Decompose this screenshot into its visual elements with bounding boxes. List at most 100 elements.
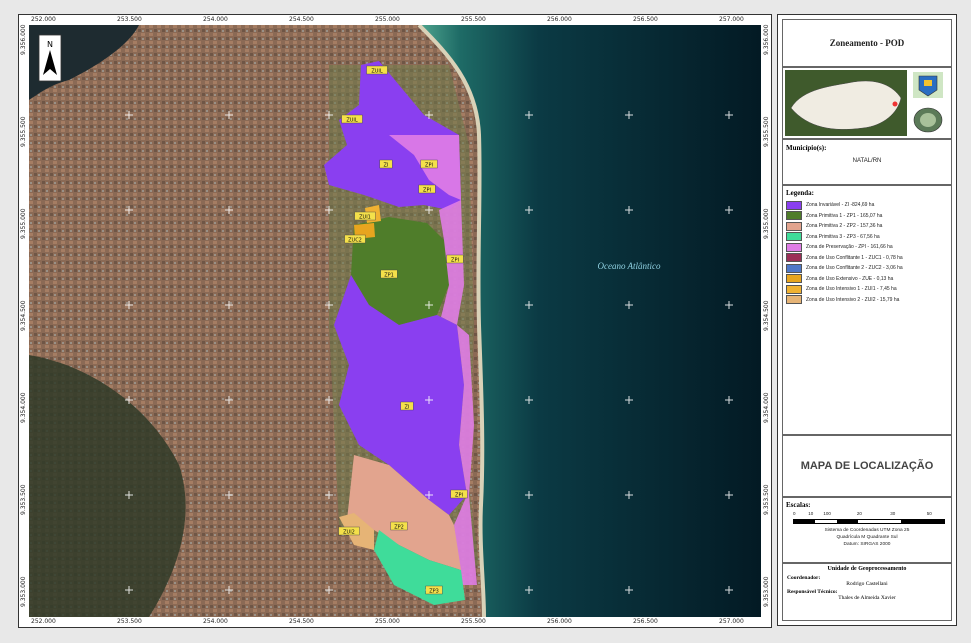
legend-item: Zona de Uso Intensivo 2 - ZUI2 - 15,79 h… bbox=[786, 295, 948, 306]
legend-item: Zona Primitiva 2 - ZP2 - 157,36 ha bbox=[786, 221, 948, 232]
locator-map bbox=[785, 70, 943, 136]
credits-box: Unidade de Geoprocessamento Coordenador:… bbox=[782, 563, 952, 621]
legend-label: Zona Primitiva 2 - ZP2 - 157,36 ha bbox=[806, 223, 883, 230]
x-tick-label-top: 257.000 bbox=[719, 16, 744, 23]
municipio-value: NATAL/RN bbox=[852, 158, 882, 164]
tech-name: Thales de Almeida Xavier bbox=[838, 595, 896, 601]
zone-label: ZP3 bbox=[425, 585, 443, 595]
scale-label: Escalas: bbox=[786, 501, 811, 509]
zone-label: ZP2 bbox=[390, 521, 408, 531]
scale-box: Escalas: 0 10 100 20 30 50 Sistema de Coorden… bbox=[782, 497, 952, 563]
zone-label-text: ZI bbox=[405, 405, 410, 411]
y-tick-label-right: 9.356.000 bbox=[763, 24, 770, 55]
map-title-box: MAPA DE LOCALIZAÇÃO bbox=[782, 435, 952, 497]
x-tick-label-top: 254.500 bbox=[289, 16, 314, 23]
x-tick-label-top: 253.500 bbox=[117, 16, 142, 23]
legend-item: Zona de Uso Intensivo 1 - ZUI1 - 7,45 ha bbox=[786, 284, 948, 295]
legend-swatch bbox=[786, 295, 802, 305]
legend-label: Zona de Uso Conflitante 1 - ZUC1 - 0,78 … bbox=[806, 254, 903, 261]
title-box: Zoneamento - POD bbox=[782, 19, 952, 67]
zone-label: ZUI2 bbox=[338, 526, 360, 536]
zone-label: ZI bbox=[379, 159, 393, 169]
legend-label: Zona de Uso Conflitante 2 - ZUC2 - 3,06 … bbox=[806, 265, 903, 272]
legend-list: Zona Invariável - ZI -824,69 ha Zona Prim… bbox=[786, 200, 948, 305]
legend-label: Zona de Uso Intensivo 1 - ZUI1 - 7,45 ha bbox=[806, 286, 897, 293]
x-tick-label-top: 256.000 bbox=[547, 16, 572, 23]
zone-label-text: ZUI2 bbox=[343, 530, 355, 536]
y-tick-label-right: 9.354.000 bbox=[763, 392, 770, 423]
y-tick-label-left: 9.353.000 bbox=[20, 576, 27, 607]
seal-icon bbox=[913, 107, 943, 133]
legend-swatch bbox=[786, 263, 802, 273]
north-arrow: N bbox=[38, 34, 62, 82]
legend-swatch bbox=[786, 200, 802, 210]
zone-label: ZP1 bbox=[380, 269, 398, 279]
x-tick-label-bottom: 254.000 bbox=[203, 618, 228, 625]
coordinator-name: Rodrigo Castellani bbox=[846, 581, 888, 587]
zone-label: ZPI bbox=[420, 159, 438, 169]
legend-swatch bbox=[786, 211, 802, 221]
map-title: MAPA DE LOCALIZAÇÃO bbox=[800, 460, 934, 472]
legend-swatch bbox=[786, 232, 802, 242]
zone-label: ZPI bbox=[446, 254, 464, 264]
legend-item: Zona Primitiva 3 - ZP3 - 67,56 ha bbox=[786, 232, 948, 243]
scale-tick-label: 50 bbox=[926, 511, 932, 516]
legend-label: Zona Primitiva 3 - ZP3 - 67,56 ha bbox=[806, 233, 880, 240]
datum-text: Datum: SIRGAS 2000 bbox=[843, 542, 891, 547]
y-tick-label-left: 9.355.000 bbox=[20, 208, 27, 239]
x-tick-label-bottom: 255.000 bbox=[375, 618, 400, 625]
legend-label: Zona de Uso Intensivo 2 - ZUI2 - 15,79 h… bbox=[806, 296, 900, 303]
x-tick-label-bottom: 256.000 bbox=[547, 618, 572, 625]
municipio-label: Município(s): bbox=[786, 144, 827, 152]
y-tick-label-right: 9.354.500 bbox=[763, 300, 770, 331]
map-sheet: ZUIL ZUIL ZI ZPI ZPI ZUI1 ZUC2 ZP1 ZPI ZI ZPI ZUI2 Z… bbox=[0, 0, 971, 643]
y-tick-label-left: 9.355.500 bbox=[20, 116, 27, 147]
north-label: N bbox=[47, 40, 53, 49]
x-tick-label-top: 254.000 bbox=[203, 16, 228, 23]
legend-item: Zona Invariável - ZI -824,69 ha bbox=[786, 200, 948, 211]
legend-label: Zona Primitiva 1 - ZP1 - 165,07 ha bbox=[806, 212, 883, 219]
zone-label-text: ZPI bbox=[423, 188, 431, 194]
unit-text: Unidade de Geoprocessamento bbox=[827, 566, 907, 572]
scale-tick-label: 100 bbox=[823, 511, 831, 516]
projection-text: Sistema de Coordenadas UTM Zona 25 bbox=[824, 528, 910, 533]
x-tick-label-bottom: 253.500 bbox=[117, 618, 142, 625]
scale-tick-label: 0 bbox=[793, 511, 796, 516]
legend-label: Zona Invariável - ZI -824,69 ha bbox=[806, 202, 875, 209]
legend-swatch bbox=[786, 242, 802, 252]
zone-label-text: ZP2 bbox=[394, 525, 404, 531]
map-frame: ZUIL ZUIL ZI ZPI ZPI ZUI1 ZUC2 ZP1 ZPI ZI ZPI ZUI2 Z… bbox=[18, 14, 772, 628]
legend-item: Zona Primitiva 1 - ZP1 - 165,07 ha bbox=[786, 211, 948, 222]
y-tick-label-right: 9.355.500 bbox=[763, 116, 770, 147]
legend-swatch bbox=[786, 284, 802, 294]
legend-item: Zona de Uso Conflitante 2 - ZUC2 - 3,06 … bbox=[786, 263, 948, 274]
legend-item: Zona de Uso Extensivo - ZUE - 0,13 ha bbox=[786, 274, 948, 285]
location-marker bbox=[892, 101, 898, 107]
grid-text: Quadrícula M Quadrante Sul bbox=[836, 535, 898, 540]
coat-of-arms-icon bbox=[913, 72, 943, 98]
zone-label-text: ZP3 bbox=[429, 589, 439, 595]
zone-label: ZUIL bbox=[366, 65, 388, 75]
zone-label-text: ZI bbox=[384, 163, 389, 169]
scale-tick-label: 30 bbox=[890, 511, 896, 516]
legend-title: Legenda: bbox=[786, 189, 814, 197]
info-panel: Zoneamento - POD Município(s): NATAL/RN … bbox=[777, 14, 957, 626]
x-tick-label-top: 256.500 bbox=[633, 16, 658, 23]
scale-ticks: 0 10 100 20 30 50 bbox=[793, 511, 945, 517]
zone-label-text: ZP1 bbox=[384, 273, 394, 279]
x-tick-label-top: 255.500 bbox=[461, 16, 486, 23]
map-canvas[interactable]: ZUIL ZUIL ZI ZPI ZPI ZUI1 ZUC2 ZP1 ZPI ZI ZPI ZUI2 Z… bbox=[29, 25, 761, 617]
y-tick-label-left: 9.354.500 bbox=[20, 300, 27, 331]
x-tick-label-bottom: 254.500 bbox=[289, 618, 314, 625]
scale-bar: 0 10 100 20 30 50 bbox=[793, 511, 945, 527]
municipio-box: Município(s): NATAL/RN bbox=[782, 139, 952, 185]
y-tick-label-left: 9.356.000 bbox=[20, 24, 27, 55]
zone-label: ZPI bbox=[418, 184, 436, 194]
x-tick-label-bottom: 256.500 bbox=[633, 618, 658, 625]
ocean-label: Oceano Atlântico bbox=[597, 261, 661, 271]
legend-box: Legenda: Zona Invariável - ZI -824,69 ha… bbox=[782, 185, 952, 435]
x-tick-label-bottom: 252.000 bbox=[31, 618, 56, 625]
x-tick-label-bottom: 257.000 bbox=[719, 618, 744, 625]
legend-item: Zona de Preservação - ZPI - 161,66 ha bbox=[786, 242, 948, 253]
zone-label-text: ZUI1 bbox=[359, 215, 371, 221]
